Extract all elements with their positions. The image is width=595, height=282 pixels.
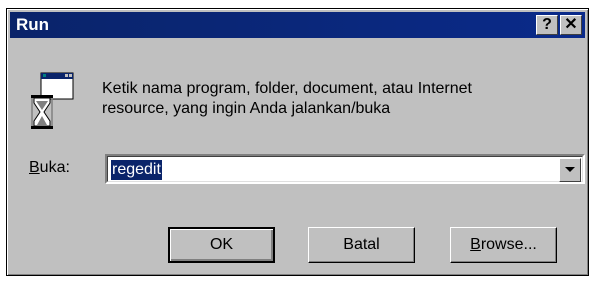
open-combobox-inner: regedit xyxy=(107,156,583,182)
instruction-text: Ketik nama program, folder, document, at… xyxy=(102,79,532,119)
run-program-icon xyxy=(29,71,75,131)
run-dialog: Run ? ✕ Ketik nama program, folder, docu… xyxy=(6,8,589,276)
title-bar[interactable]: Run ? ✕ xyxy=(10,12,585,38)
dropdown-arrow-icon xyxy=(565,167,575,172)
open-input-value[interactable]: regedit xyxy=(111,160,162,180)
browse-button[interactable]: Browse... xyxy=(450,227,557,263)
window-title: Run xyxy=(16,15,50,34)
dropdown-arrow-button[interactable] xyxy=(559,158,581,182)
instruction-line-2: resource, yang ingin Anda jalankan/buka xyxy=(102,100,391,117)
open-label-accelerator: B xyxy=(29,159,40,176)
open-combobox[interactable]: regedit xyxy=(105,154,585,184)
cancel-button[interactable]: Batal xyxy=(308,227,415,263)
help-button[interactable]: ? xyxy=(536,15,558,35)
ok-button[interactable]: OK xyxy=(168,227,275,263)
open-field-label: Buka: xyxy=(29,159,70,177)
instruction-line-1: Ketik nama program, folder, document, at… xyxy=(102,80,472,97)
browse-label-rest: rowse... xyxy=(480,236,537,253)
browse-accelerator: B xyxy=(470,236,481,253)
open-label-rest: uka: xyxy=(39,159,70,176)
close-button[interactable]: ✕ xyxy=(560,15,582,35)
